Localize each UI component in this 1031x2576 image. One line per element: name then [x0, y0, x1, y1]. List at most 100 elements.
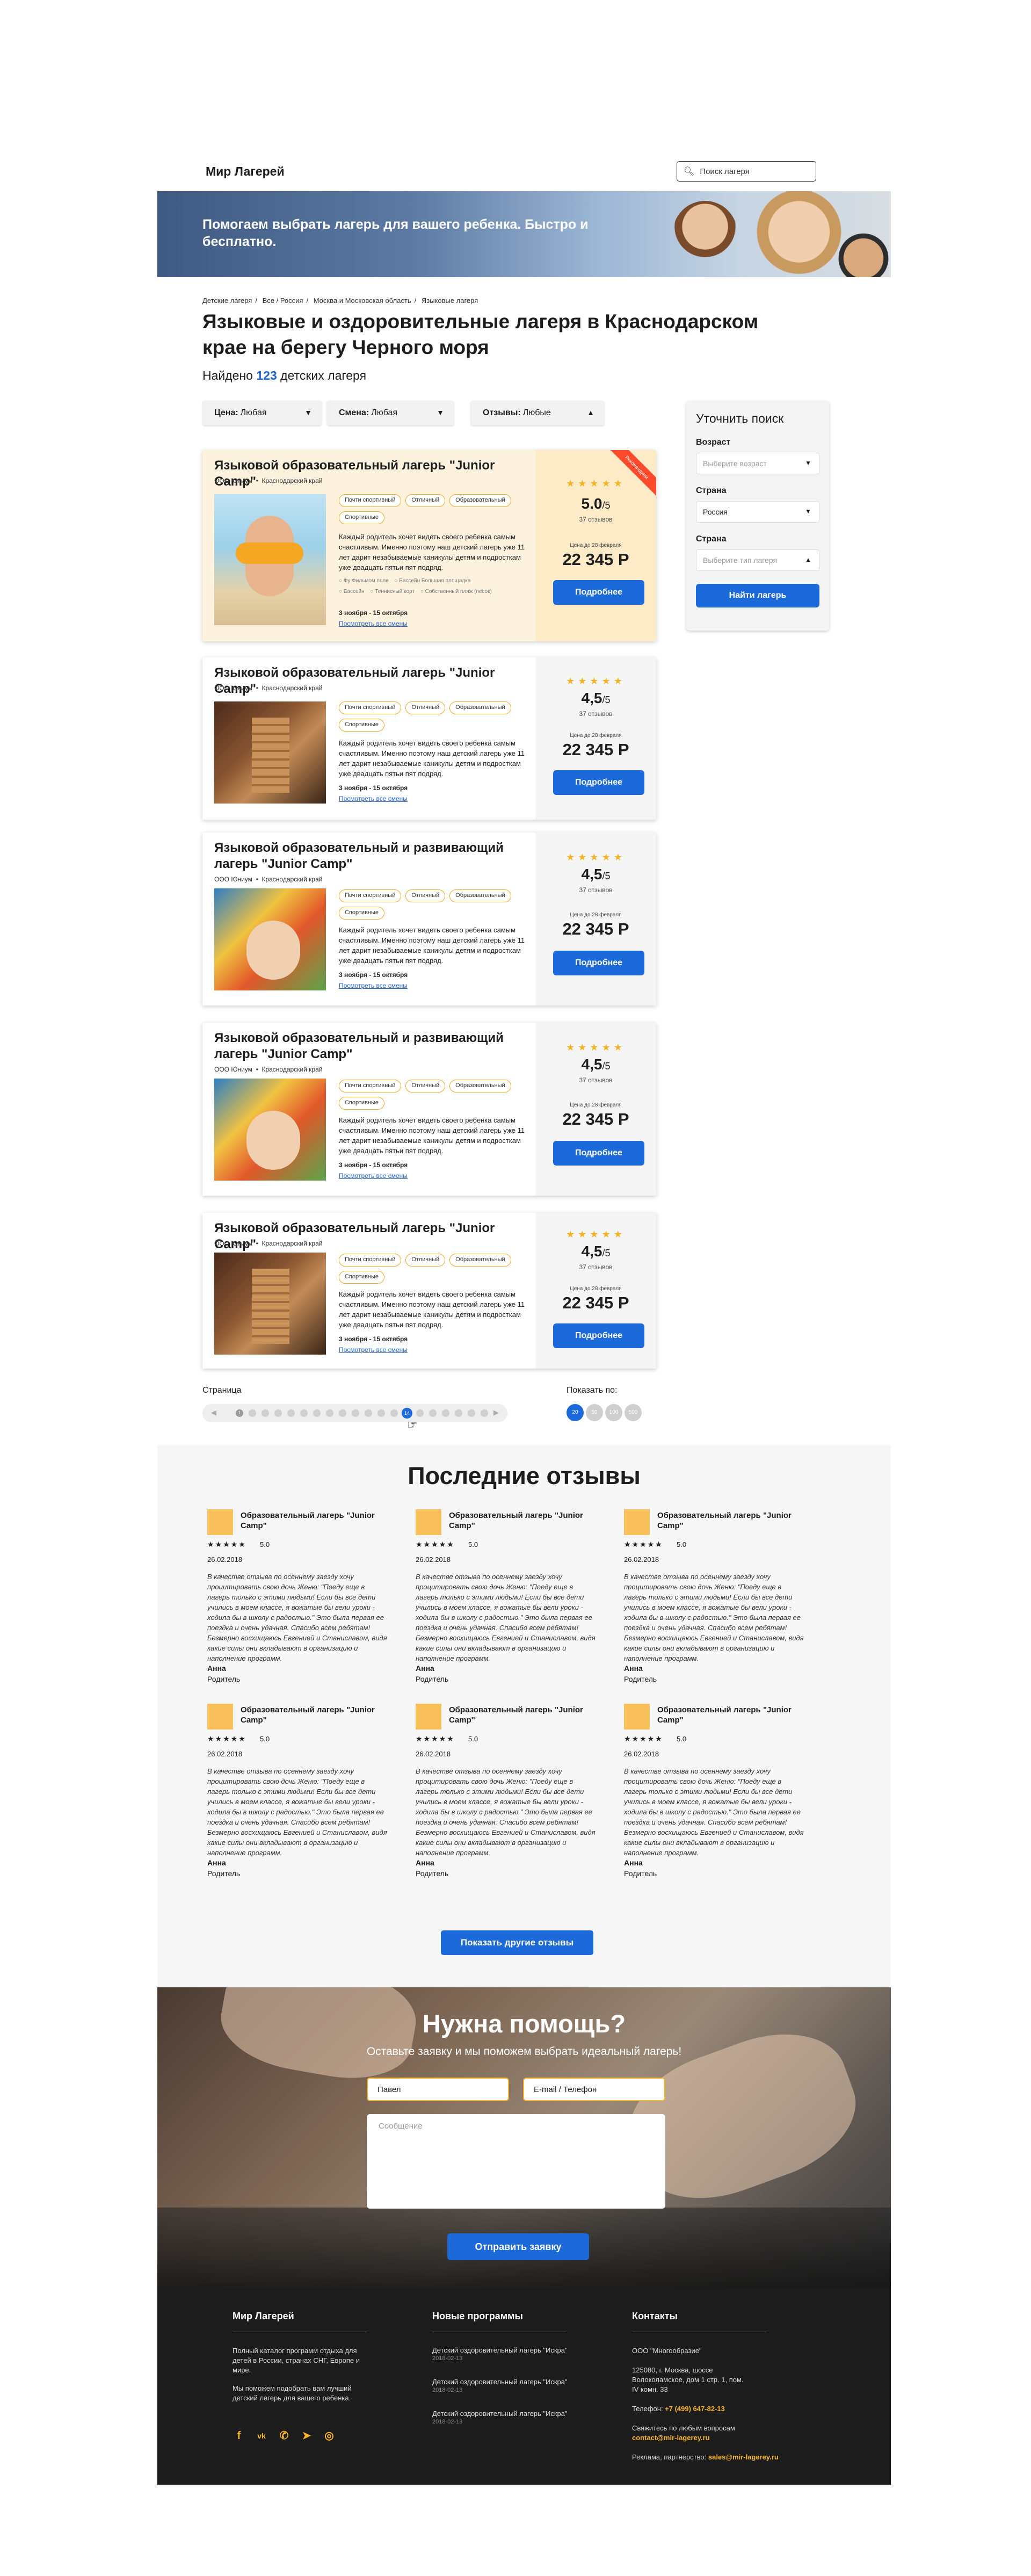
prev-page-arrow[interactable]: ◀ — [211, 1408, 216, 1417]
next-page-arrow[interactable]: ▶ — [493, 1408, 499, 1417]
camp-tag[interactable]: Почти спортивный — [339, 494, 402, 507]
camp-tag[interactable]: Отличный — [405, 1254, 446, 1267]
email-link[interactable]: contact@mir-lagerey.ru — [632, 2433, 779, 2443]
details-button[interactable]: Подробнее — [553, 580, 644, 605]
camp-photo[interactable] — [214, 888, 326, 990]
details-button[interactable]: Подробнее — [553, 770, 644, 795]
breadcrumb-item[interactable]: Москва и Московская область — [314, 296, 411, 305]
details-button[interactable]: Подробнее — [553, 1141, 644, 1166]
details-button[interactable]: Подробнее — [553, 1323, 644, 1348]
breadcrumb-item[interactable]: Детские лагеря — [202, 296, 252, 305]
page-dot[interactable] — [339, 1409, 346, 1417]
review-camp-name[interactable]: Образовательный лагерь "Junior Camp" — [657, 1705, 802, 1725]
view-shifts-link[interactable]: Посмотреть все смены — [339, 1172, 408, 1180]
name-field[interactable]: Павел — [367, 2078, 509, 2101]
phone-link[interactable]: +7 (499) 647-82-13 — [665, 2405, 725, 2413]
send-request-button[interactable]: Отправить заявку — [447, 2233, 589, 2260]
camp-tag[interactable]: Отличный — [405, 701, 446, 714]
camp-photo[interactable] — [214, 1079, 326, 1181]
reviews-count[interactable]: 37 отзывов — [535, 886, 656, 894]
shift-filter[interactable]: Смена: Любая ▼ — [327, 401, 454, 425]
review-camp-name[interactable]: Образовательный лагерь "Junior Camp" — [657, 1510, 802, 1531]
page-dot[interactable] — [390, 1409, 398, 1417]
per-page-option[interactable]: 20 — [567, 1404, 584, 1421]
reviews-count[interactable]: 37 отзывов — [535, 710, 656, 718]
review-camp-name[interactable]: Образовательный лагерь "Junior Camp" — [449, 1705, 594, 1725]
view-shifts-link[interactable]: Посмотреть все смены — [339, 795, 408, 802]
footer-program-link[interactable]: Детский оздоровительный лагерь "Искра" 20… — [432, 2346, 568, 2362]
find-camp-button[interactable]: Найти лагерь — [696, 584, 819, 607]
camp-tag[interactable]: Почти спортивный — [339, 1254, 402, 1267]
review-camp-name[interactable]: Образовательный лагерь "Junior Camp" — [449, 1510, 594, 1531]
review-camp-name[interactable]: Образовательный лагерь "Junior Camp" — [241, 1510, 386, 1531]
camp-tag[interactable]: Почти спортивный — [339, 701, 402, 714]
camp-type-select[interactable]: Выберите тип лагеря ▲ — [696, 549, 819, 571]
camp-title[interactable]: Языковой образовательный и развивающий л… — [214, 840, 531, 872]
camp-tag[interactable]: Почти спортивный — [339, 1080, 402, 1092]
camp-tag[interactable]: Образовательный — [449, 1254, 511, 1267]
page-dot[interactable] — [300, 1409, 308, 1417]
view-shifts-link[interactable]: Посмотреть все смены — [339, 982, 408, 989]
camp-tag[interactable]: Отличный — [405, 494, 446, 507]
camp-tag[interactable]: Образовательный — [449, 701, 511, 714]
camp-photo[interactable] — [214, 701, 326, 804]
camp-tag[interactable]: Почти спортивный — [339, 889, 402, 902]
page-dot[interactable] — [313, 1409, 321, 1417]
page-dot[interactable] — [249, 1409, 256, 1417]
whatsapp-icon[interactable]: ◎ — [323, 2429, 336, 2442]
search-input[interactable]: 🔍︎ Поиск лагеря — [677, 161, 816, 182]
page-dot[interactable] — [274, 1409, 282, 1417]
page-current[interactable]: 14 — [402, 1408, 412, 1419]
footer-program-link[interactable]: Детский оздоровительный лагерь "Искра" 20… — [432, 2409, 568, 2425]
page-dot[interactable] — [262, 1409, 269, 1417]
price-filter[interactable]: Цена: Любая ▼ — [202, 401, 322, 425]
footer-program-link[interactable]: Детский оздоровительный лагерь "Искра" 20… — [432, 2378, 568, 2393]
camp-title[interactable]: Языковой образовательный лагерь "Junior … — [214, 1220, 531, 1253]
show-more-reviews-button[interactable]: Показать другие отзывы — [441, 1930, 593, 1955]
facebook-icon[interactable]: f — [233, 2429, 245, 2442]
breadcrumb-item[interactable]: Все / Россия — [263, 296, 303, 305]
details-button[interactable]: Подробнее — [553, 951, 644, 975]
phone-icon[interactable]: ✆ — [278, 2429, 291, 2442]
site-logo[interactable]: Мир Лагерей — [206, 164, 285, 179]
camp-tag[interactable]: Образовательный — [449, 494, 511, 507]
camp-tag[interactable]: Спортивные — [339, 1271, 385, 1284]
message-field[interactable]: Сообщение — [367, 2114, 665, 2209]
telegram-icon[interactable]: ➤ — [300, 2429, 313, 2442]
camp-tag[interactable]: Отличный — [405, 1080, 446, 1092]
camp-tag[interactable]: Образовательный — [449, 1080, 511, 1092]
per-page-option[interactable]: 500 — [625, 1404, 642, 1421]
camp-tag[interactable]: Отличный — [405, 889, 446, 902]
page-dot[interactable] — [468, 1409, 475, 1417]
ads-email-link[interactable]: sales@mir-lagerey.ru — [708, 2453, 779, 2461]
view-shifts-link[interactable]: Посмотреть все смены — [339, 1346, 408, 1354]
reviews-count[interactable]: 37 отзывов — [535, 516, 656, 523]
review-camp-name[interactable]: Образовательный лагерь "Junior Camp" — [241, 1705, 386, 1725]
camp-title[interactable]: Языковой образовательный и развивающий л… — [214, 1030, 531, 1062]
camp-tag[interactable]: Спортивные — [339, 907, 385, 920]
per-page-option[interactable]: 100 — [605, 1404, 622, 1421]
camp-photo[interactable] — [214, 494, 326, 625]
reviews-filter[interactable]: Отзывы: Любые ▲ — [471, 401, 604, 425]
page-dot[interactable] — [455, 1409, 462, 1417]
page-dot[interactable] — [481, 1409, 488, 1417]
view-shifts-link[interactable]: Посмотреть все смены — [339, 620, 408, 627]
camp-tag[interactable]: Образовательный — [449, 889, 511, 902]
age-select[interactable]: Выберите возраст ▼ — [696, 453, 819, 474]
camp-title[interactable]: Языковой образовательный лагерь "Junior … — [214, 665, 531, 697]
camp-title[interactable]: Языковой образовательный лагерь "Junior … — [214, 458, 531, 490]
camp-tag[interactable]: Спортивные — [339, 719, 385, 732]
camp-tag[interactable]: Спортивные — [339, 1097, 385, 1110]
reviews-count[interactable]: 37 отзывов — [535, 1263, 656, 1271]
vk-icon[interactable]: vk — [255, 2429, 268, 2442]
page-dot[interactable] — [429, 1409, 437, 1417]
page-dot[interactable] — [377, 1409, 385, 1417]
page-dot[interactable] — [326, 1409, 333, 1417]
page-dot[interactable]: 1 — [236, 1409, 243, 1417]
page-dot[interactable] — [442, 1409, 449, 1417]
page-dot[interactable] — [365, 1409, 372, 1417]
reviews-count[interactable]: 37 отзывов — [535, 1076, 656, 1084]
contact-field[interactable]: E-mail / Телефон — [523, 2078, 665, 2101]
camp-photo[interactable] — [214, 1253, 326, 1355]
camp-tag[interactable]: Спортивные — [339, 511, 385, 524]
